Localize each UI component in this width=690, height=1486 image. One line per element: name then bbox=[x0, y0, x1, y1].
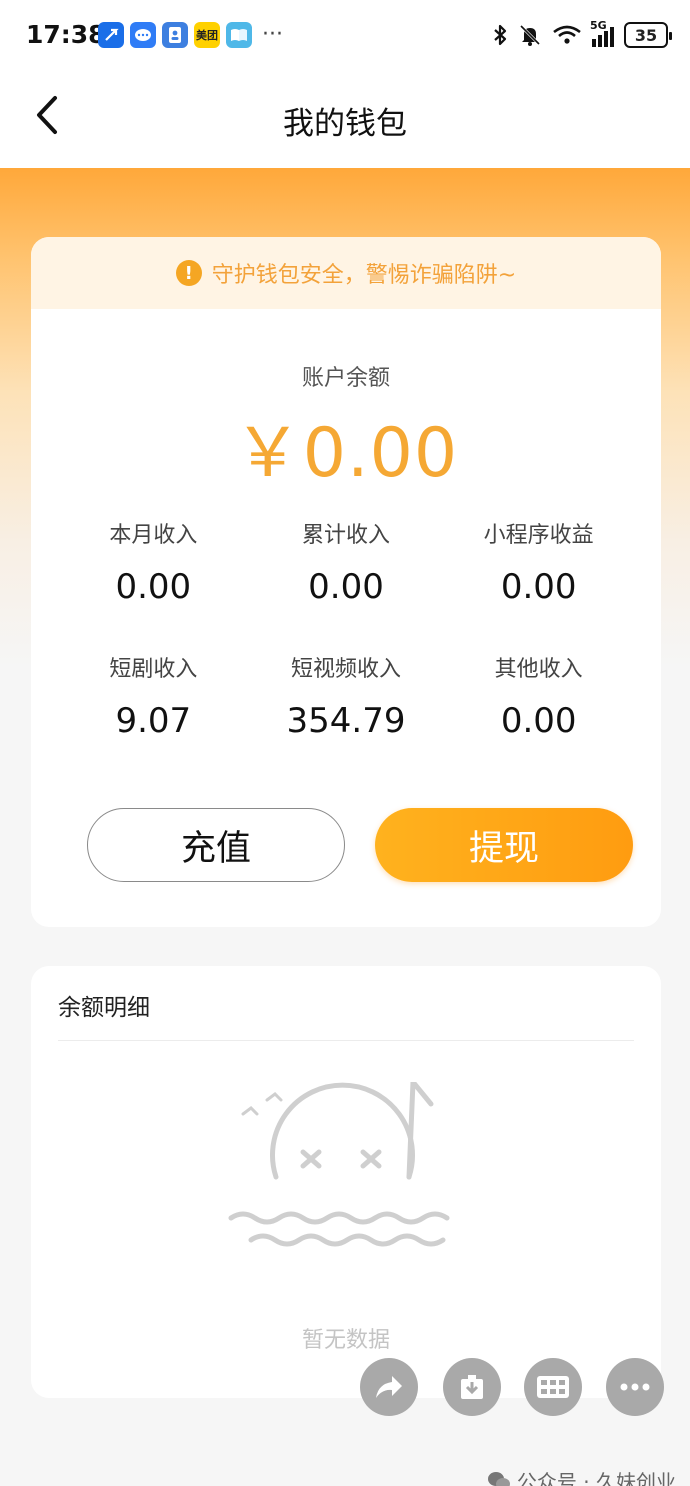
security-notice-text: 守护钱包安全，警惕诈骗陷阱~ bbox=[211, 263, 517, 288]
stat-value: 0.00 bbox=[115, 567, 192, 607]
watermark-text: 公众号 · 久妹创业 bbox=[516, 1470, 676, 1486]
stat-miniprogram-income: 小程序收益 0.00 bbox=[442, 517, 635, 607]
status-time: 17:38 bbox=[26, 20, 106, 49]
stat-value: 0.00 bbox=[500, 701, 577, 741]
details-title: 余额明细 bbox=[58, 995, 150, 1021]
grid-icon bbox=[537, 1376, 569, 1398]
warning-icon: ! bbox=[175, 260, 202, 286]
balance-label: 账户余额 bbox=[301, 366, 390, 391]
arrow-app-icon bbox=[98, 22, 124, 48]
stat-label: 本月收入 bbox=[109, 523, 198, 548]
stat-label: 短剧收入 bbox=[109, 657, 198, 682]
navigation-bar: 我的钱包 bbox=[0, 72, 690, 168]
empty-state-text: 暂无数据 bbox=[301, 1328, 390, 1353]
divider bbox=[58, 1040, 634, 1041]
stat-value: 0.00 bbox=[500, 567, 577, 607]
stat-value: 354.79 bbox=[286, 701, 406, 741]
stat-label: 累计收入 bbox=[301, 523, 390, 548]
download-icon bbox=[461, 1375, 483, 1399]
network-type-label: 5G bbox=[590, 19, 607, 32]
stat-monthly-income: 本月收入 0.00 bbox=[57, 517, 250, 607]
page-title: 我的钱包 bbox=[283, 106, 407, 142]
battery-level: 35 bbox=[634, 25, 658, 45]
battery-indicator: 35 bbox=[624, 22, 672, 48]
wechat-icon bbox=[487, 1471, 510, 1486]
watermark: 公众号 · 久妹创业 bbox=[487, 1466, 676, 1486]
income-stats-grid: 本月收入 0.00 累计收入 0.00 小程序收益 0.00 短剧收入 9.07… bbox=[57, 517, 635, 741]
stat-label: 小程序收益 bbox=[483, 523, 594, 548]
stat-value: 9.07 bbox=[115, 701, 192, 741]
empty-state-illustration bbox=[228, 1082, 450, 1247]
stat-short-video-income: 短视频收入 354.79 bbox=[250, 651, 443, 741]
cellular-signal-icon: 5G bbox=[590, 19, 614, 47]
wallet-card: ! 守护钱包安全，警惕诈骗陷阱~ 账户余额 ￥0.00 本月收入 0.00 累计… bbox=[31, 237, 661, 927]
meituan-app-icon: 美团 bbox=[194, 22, 220, 48]
stat-label: 短视频收入 bbox=[290, 657, 401, 682]
stat-label: 其他收入 bbox=[494, 657, 583, 682]
chat-app-icon bbox=[130, 22, 156, 48]
bluetooth-icon bbox=[494, 24, 507, 46]
stat-other-income: 其他收入 0.00 bbox=[442, 651, 635, 741]
share-button[interactable] bbox=[360, 1358, 418, 1416]
share-arrow-icon bbox=[376, 1376, 402, 1398]
status-bar: 17:38 美团 ··· 5G 35 bbox=[0, 0, 690, 72]
status-indicators: 5G 35 bbox=[492, 19, 672, 48]
contact-app-icon bbox=[162, 22, 188, 48]
stat-total-income: 累计收入 0.00 bbox=[250, 517, 443, 607]
book-app-icon bbox=[226, 22, 252, 48]
balance-amount: ￥0.00 bbox=[233, 414, 459, 493]
wallet-page: 17:38 美团 ··· 5G 35 我的钱包 ! 守护钱包安全，警惕诈骗陷阱~… bbox=[0, 0, 690, 1486]
grid-menu-button[interactable] bbox=[524, 1358, 582, 1416]
more-options-button[interactable] bbox=[606, 1358, 664, 1416]
more-notifications-icon: ··· bbox=[262, 22, 283, 47]
download-button[interactable] bbox=[443, 1358, 501, 1416]
withdraw-button[interactable]: 提现 bbox=[375, 808, 633, 882]
stat-short-drama-income: 短剧收入 9.07 bbox=[57, 651, 250, 741]
stat-value: 0.00 bbox=[308, 567, 384, 607]
security-notice: ! 守护钱包安全，警惕诈骗陷阱~ bbox=[31, 237, 661, 309]
recharge-button[interactable]: 充值 bbox=[87, 808, 345, 882]
mute-bell-icon bbox=[519, 24, 541, 46]
wifi-icon bbox=[553, 25, 581, 44]
more-dots-icon bbox=[620, 1383, 650, 1391]
balance-details-card: 余额明细 暂无数据 bbox=[31, 966, 661, 1398]
status-app-icons: 美团 ··· bbox=[98, 22, 283, 48]
